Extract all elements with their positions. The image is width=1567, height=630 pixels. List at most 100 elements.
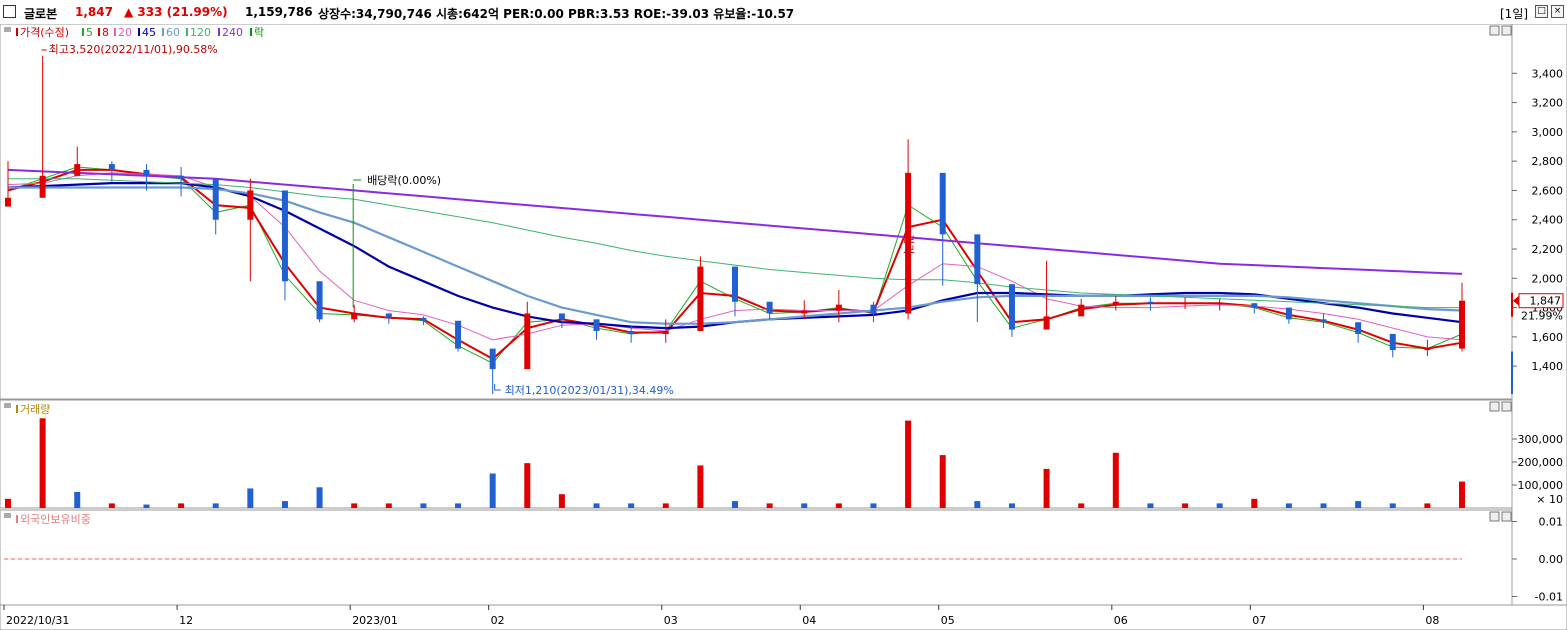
candle-body bbox=[870, 304, 877, 314]
candle-body bbox=[1251, 303, 1258, 308]
volume-bar bbox=[1424, 503, 1431, 508]
x-tick-label: 07 bbox=[1252, 614, 1266, 627]
price-y-tick-label: 2,400 bbox=[1532, 214, 1564, 227]
last-change-label: 21.99% bbox=[1521, 310, 1563, 323]
volume-bar bbox=[1389, 503, 1396, 508]
legend-label: 락 bbox=[254, 26, 264, 39]
volume-bar bbox=[870, 503, 877, 508]
legend-label: 5 bbox=[86, 26, 93, 39]
volume-bar bbox=[74, 491, 81, 508]
candle-body bbox=[1216, 303, 1223, 305]
legend-label: 45 bbox=[142, 26, 156, 39]
volume-y-tick-label: 100,000 bbox=[1518, 479, 1564, 492]
candle-body bbox=[489, 348, 496, 370]
candle-body bbox=[1182, 303, 1189, 305]
volume-bar bbox=[316, 487, 323, 508]
period-selector[interactable]: [1일] bbox=[1500, 5, 1528, 22]
volume-bar bbox=[351, 503, 358, 508]
x-tick-label: 04 bbox=[802, 614, 816, 627]
legend-swatch bbox=[250, 28, 252, 36]
candle-body bbox=[732, 266, 738, 302]
candle-body bbox=[1389, 333, 1396, 351]
candle-body bbox=[697, 266, 704, 332]
volume-bar bbox=[732, 501, 738, 508]
volume-bar bbox=[1147, 503, 1154, 508]
x-tick-label: 2023/01 bbox=[352, 614, 398, 627]
candle-body bbox=[558, 313, 565, 320]
volume-bar bbox=[974, 501, 981, 508]
candle-body bbox=[524, 313, 531, 370]
candle-body bbox=[74, 164, 81, 176]
volume-bar bbox=[1182, 503, 1189, 508]
volume-bar bbox=[39, 418, 46, 508]
maximize-icon[interactable]: □ bbox=[1535, 5, 1548, 18]
price-y-tick-label: 3,200 bbox=[1532, 97, 1564, 110]
stock-stats: 상장수:34,790,746 시총:642억 PER:0.00 PBR:3.53… bbox=[318, 7, 795, 21]
current-price: 1,847 bbox=[75, 5, 113, 19]
volume-bar bbox=[1285, 503, 1292, 508]
volume-bar bbox=[1320, 503, 1327, 508]
candle-body bbox=[1078, 304, 1085, 317]
legend-swatch bbox=[16, 28, 18, 36]
price-y-tick-label: 2,600 bbox=[1532, 184, 1564, 197]
volume-bar bbox=[178, 503, 185, 508]
volume-bar bbox=[1043, 468, 1050, 508]
candle-body bbox=[212, 178, 219, 220]
volume-bar bbox=[1459, 481, 1465, 508]
candle-body bbox=[1355, 322, 1362, 334]
stock-name: 글로본 bbox=[24, 7, 58, 21]
x-tick-label: 05 bbox=[941, 614, 955, 627]
price-y-tick-label: 1,600 bbox=[1532, 331, 1564, 344]
price-y-tick-label: 2,200 bbox=[1532, 243, 1564, 256]
volume-bar bbox=[662, 503, 669, 508]
volume-bar bbox=[143, 504, 150, 508]
stock-chart: 1,4001,6001,8002,0002,2002,4002,6002,800… bbox=[0, 24, 1567, 630]
volume-bar bbox=[455, 503, 462, 508]
candle-body bbox=[351, 313, 358, 320]
candle-body bbox=[939, 172, 946, 235]
high-annotation: 최고3,520(2022/11/01),90.58% bbox=[49, 43, 218, 56]
legend-label: 120 bbox=[190, 26, 211, 39]
legend-swatch bbox=[114, 28, 116, 36]
volume-bar bbox=[1112, 452, 1119, 508]
volume-bar bbox=[1078, 503, 1085, 508]
volume-bar bbox=[108, 503, 115, 508]
volume-y-tick-label: 200,000 bbox=[1518, 456, 1564, 469]
volume-bar bbox=[420, 503, 427, 508]
select-checkbox[interactable] bbox=[3, 5, 16, 18]
x-axis-area bbox=[0, 604, 1567, 630]
candle-body bbox=[1459, 300, 1465, 349]
candle-body bbox=[1424, 348, 1431, 351]
candle-body bbox=[281, 190, 288, 282]
volume-unit-label: × 10 bbox=[1536, 493, 1563, 506]
legend-swatch bbox=[186, 28, 188, 36]
legend-marker bbox=[4, 403, 11, 408]
price-panel bbox=[0, 24, 1513, 400]
volume-bar bbox=[524, 463, 531, 508]
candle-body bbox=[1043, 316, 1050, 330]
candle-body bbox=[247, 190, 254, 220]
volume-bar bbox=[1355, 501, 1362, 508]
candle-body bbox=[385, 313, 392, 318]
price-y-tick-label: 1,400 bbox=[1532, 360, 1564, 373]
volume-bar bbox=[281, 501, 288, 508]
price-y-tick-label: 2,000 bbox=[1532, 272, 1564, 285]
volume-bar bbox=[558, 494, 565, 508]
candle-body bbox=[1147, 301, 1154, 304]
foreign-y-tick-label: 0.00 bbox=[1539, 553, 1564, 566]
price-y-tick-label: 2,800 bbox=[1532, 155, 1564, 168]
candle-body bbox=[5, 197, 11, 207]
legend-label: 240 bbox=[222, 26, 243, 39]
legend-swatch bbox=[218, 28, 220, 36]
volume-bar bbox=[801, 503, 808, 508]
candle-body bbox=[108, 164, 115, 170]
candle-body bbox=[628, 331, 635, 334]
legend-swatch bbox=[16, 515, 18, 523]
volume-bar bbox=[385, 503, 392, 508]
volume-bar bbox=[1216, 503, 1223, 508]
candle-body bbox=[1320, 319, 1327, 323]
legend-label: 8 bbox=[102, 26, 109, 39]
legend-marker bbox=[4, 27, 11, 32]
volume-y-tick-label: 300,000 bbox=[1518, 433, 1564, 446]
close-icon[interactable]: × bbox=[1551, 5, 1564, 18]
